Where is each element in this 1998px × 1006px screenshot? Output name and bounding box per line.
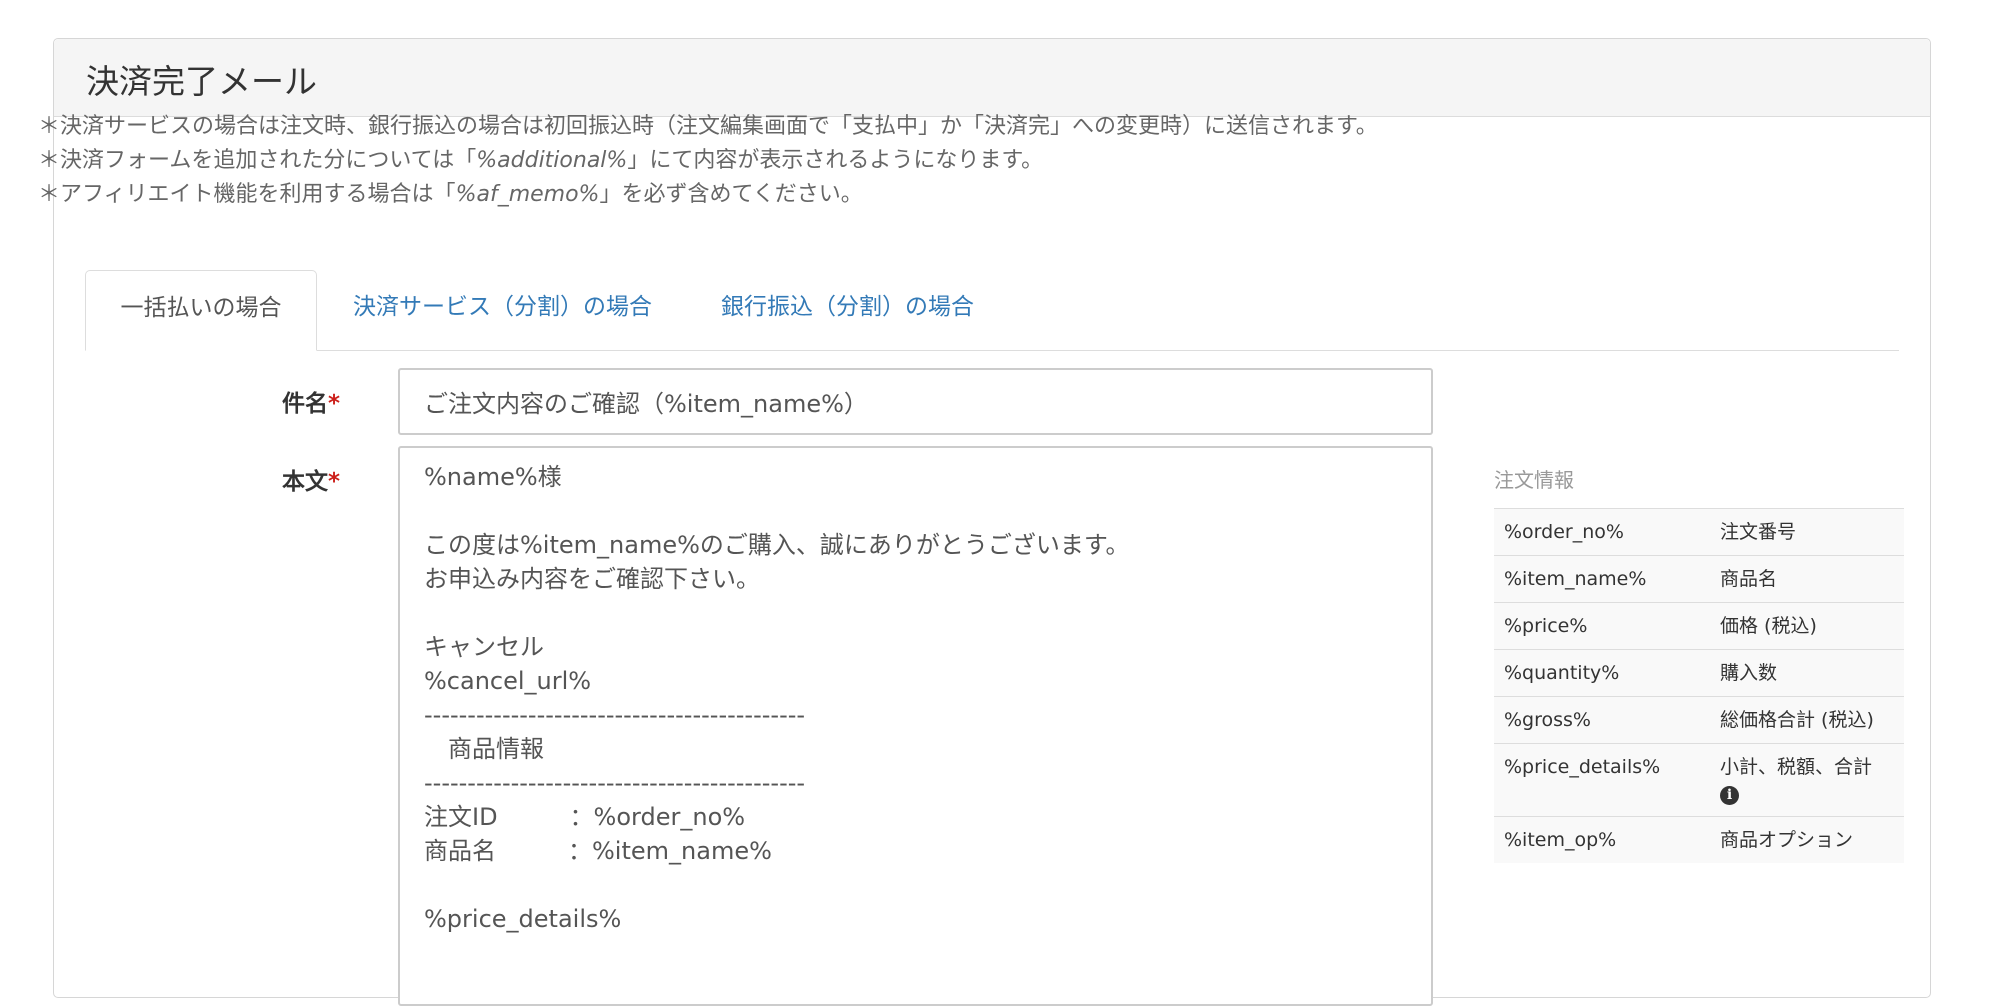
table-row: %item_op% 商品オプション bbox=[1494, 816, 1904, 863]
note-line-2-var: %additional% bbox=[476, 148, 628, 173]
placeholder-key: %item_op% bbox=[1494, 816, 1710, 863]
body-label-text: 本文 bbox=[281, 469, 328, 495]
placeholder-key: %price% bbox=[1494, 602, 1710, 650]
table-row: %price_details% 小計、税額、合計 i bbox=[1494, 743, 1904, 817]
subject-label-text: 件名 bbox=[281, 391, 328, 417]
placeholder-key: %item_name% bbox=[1494, 555, 1710, 603]
placeholder-table: %order_no% 注文番号 %item_name% 商品名 %price% 価格 … bbox=[1494, 508, 1904, 863]
placeholder-key: %gross% bbox=[1494, 696, 1710, 744]
order-info-title: 注文情報 bbox=[1494, 468, 1574, 492]
placeholder-desc: 商品オプション bbox=[1710, 816, 1904, 863]
note-line-2-post: 」にて内容が表示されるようになります。 bbox=[627, 148, 1044, 173]
placeholder-desc: 購入数 bbox=[1710, 649, 1904, 697]
table-row: %order_no% 注文番号 bbox=[1494, 508, 1904, 556]
placeholder-key: %order_no% bbox=[1494, 508, 1710, 556]
subject-input[interactable] bbox=[398, 368, 1433, 435]
body-label: 本文* bbox=[270, 462, 340, 496]
table-row: %quantity% 購入数 bbox=[1494, 649, 1904, 697]
note-line-3-var: %af_memo% bbox=[455, 182, 600, 207]
tab-bank-transfer-installment[interactable]: 銀行振込（分割）の場合 bbox=[721, 270, 974, 350]
placeholder-desc: 商品名 bbox=[1710, 555, 1904, 603]
placeholder-key: %quantity% bbox=[1494, 649, 1710, 697]
note-line-1: ＊決済サービスの場合は注文時、銀行振込の場合は初回振込時（注文編集画面で「支払中… bbox=[38, 114, 1378, 139]
panel-heading: 決済完了メール bbox=[54, 39, 1930, 117]
tab-lump-sum[interactable]: 一括払いの場合 bbox=[85, 270, 317, 351]
placeholder-desc: 小計、税額、合計 bbox=[1720, 756, 1873, 778]
table-row: %gross% 総価格合計 (税込) bbox=[1494, 696, 1904, 744]
placeholder-desc: 価格 (税込) bbox=[1710, 602, 1904, 650]
placeholder-desc-cell: 小計、税額、合計 i bbox=[1710, 743, 1904, 817]
tab-bar: 一括払いの場合 決済サービス（分割）の場合 銀行振込（分割）の場合 bbox=[85, 270, 1899, 351]
info-circle-icon[interactable]: i bbox=[1720, 786, 1739, 805]
note-line-3-post: 」を必ず含めてください。 bbox=[599, 182, 863, 207]
note-line-2: ＊決済フォームを追加された分については「%additional%」にて内容が表示… bbox=[38, 144, 1378, 178]
note-line-2-pre: ＊決済フォームを追加された分については「 bbox=[38, 148, 477, 173]
placeholder-key: %price_details% bbox=[1494, 743, 1710, 817]
note-line-3: ＊アフィリエイト機能を利用する場合は「%af_memo%」を必ず含めてください。 bbox=[38, 178, 1378, 212]
subject-label: 件名* bbox=[270, 384, 340, 418]
body-textarea[interactable]: %name%様 この度は%item_name%のご購入、誠にありがとうございます… bbox=[398, 446, 1433, 1006]
placeholder-desc: 注文番号 bbox=[1710, 508, 1904, 556]
panel-title: 決済完了メール bbox=[86, 62, 317, 101]
required-mark: * bbox=[327, 469, 340, 495]
required-mark: * bbox=[327, 391, 340, 417]
tab-payment-service-installment[interactable]: 決済サービス（分割）の場合 bbox=[353, 270, 652, 350]
placeholder-desc: 総価格合計 (税込) bbox=[1710, 696, 1904, 744]
table-row: %item_name% 商品名 bbox=[1494, 555, 1904, 603]
notes: ＊決済サービスの場合は注文時、銀行振込の場合は初回振込時（注文編集画面で「支払中… bbox=[38, 110, 1378, 212]
table-row: %price% 価格 (税込) bbox=[1494, 602, 1904, 650]
note-line-3-pre: ＊アフィリエイト機能を利用する場合は「 bbox=[38, 182, 456, 207]
